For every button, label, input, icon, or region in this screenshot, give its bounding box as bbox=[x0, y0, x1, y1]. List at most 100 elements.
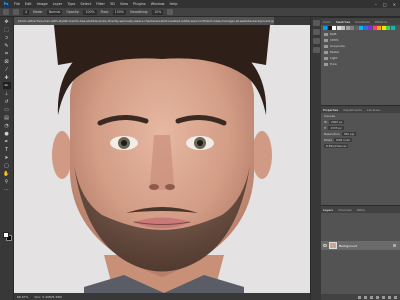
quick-select-tool-icon[interactable]: ✎ bbox=[3, 42, 11, 49]
color-swatch[interactable] bbox=[363, 26, 368, 30]
path-select-tool-icon[interactable]: ➤ bbox=[3, 154, 11, 161]
color-swatch[interactable] bbox=[377, 26, 381, 30]
swatch-folder-pure[interactable]: Pure bbox=[321, 61, 400, 67]
lasso-tool-icon[interactable]: ↄ bbox=[3, 34, 11, 41]
menu-file[interactable]: File bbox=[14, 2, 20, 6]
foreground-color-swatch[interactable] bbox=[3, 232, 9, 238]
clone-stamp-tool-icon[interactable]: ⊥ bbox=[3, 90, 11, 97]
color-swatch[interactable] bbox=[368, 26, 372, 30]
color-swatch[interactable] bbox=[345, 26, 350, 30]
menu-edit[interactable]: Edit bbox=[25, 2, 32, 6]
tab-paths[interactable]: Paths bbox=[357, 208, 365, 212]
info-icon[interactable] bbox=[312, 29, 320, 35]
fx-icon[interactable] bbox=[364, 295, 367, 299]
color-swatch[interactable] bbox=[336, 26, 341, 30]
bit-depth-select[interactable]: 8 Bits/Channel bbox=[324, 144, 349, 148]
menu-layer[interactable]: Layer bbox=[53, 2, 63, 6]
frame-tool-icon[interactable]: ⊠ bbox=[3, 58, 11, 65]
minimize-button[interactable]: – bbox=[375, 2, 377, 7]
brush-tool-icon[interactable] bbox=[13, 9, 19, 15]
color-swatch[interactable] bbox=[386, 26, 390, 30]
menu-select[interactable]: Select bbox=[80, 2, 91, 6]
visibility-eye-icon[interactable] bbox=[323, 244, 327, 247]
tab-libraries[interactable]: Libraries bbox=[367, 108, 380, 112]
color-swatch[interactable] bbox=[381, 26, 386, 30]
maximize-button[interactable]: □ bbox=[383, 2, 387, 7]
more-tools-icon[interactable]: ⋯ bbox=[3, 186, 11, 193]
menu-view[interactable]: View bbox=[120, 2, 128, 6]
tab-gradients[interactable]: Gradients bbox=[355, 20, 370, 24]
menu-help[interactable]: Help bbox=[170, 2, 178, 6]
menu-image[interactable]: Image bbox=[37, 2, 48, 6]
home-icon[interactable] bbox=[3, 9, 9, 15]
brush-settings-icon[interactable] bbox=[312, 38, 320, 44]
close-button[interactable]: × bbox=[393, 2, 396, 7]
color-swatch[interactable] bbox=[354, 26, 359, 30]
smoothing-field[interactable]: 10% bbox=[152, 9, 164, 15]
right-panels: Color Swatches Gradients Patterns RGB CM… bbox=[321, 17, 400, 300]
crop-tool-icon[interactable]: ⌗ bbox=[3, 50, 11, 57]
blur-tool-icon[interactable]: ◔ bbox=[3, 122, 11, 129]
new-group-icon[interactable] bbox=[382, 295, 385, 299]
mode-select[interactable]: Normal bbox=[46, 9, 63, 15]
menu-filter[interactable]: Filter bbox=[96, 2, 105, 6]
move-tool-icon[interactable]: ✥ bbox=[3, 18, 11, 25]
opacity-field[interactable]: 100% bbox=[83, 9, 97, 15]
history-brush-tool-icon[interactable]: ↺ bbox=[3, 98, 11, 105]
color-swatch[interactable] bbox=[359, 26, 363, 30]
link-layers-icon[interactable] bbox=[358, 295, 361, 299]
width-field[interactable]: 2000 px bbox=[328, 120, 345, 124]
history-icon[interactable] bbox=[312, 20, 320, 26]
dodge-tool-icon[interactable]: ● bbox=[3, 130, 11, 137]
section-title: Canvas bbox=[324, 114, 336, 118]
color-mode-select[interactable]: RGB Color bbox=[334, 138, 353, 142]
new-layer-icon[interactable] bbox=[388, 295, 391, 299]
tab-channels[interactable]: Channels bbox=[338, 208, 352, 212]
document-info: Doc: 5.49M/5.49M bbox=[34, 294, 62, 299]
layer-row-background[interactable]: Background bbox=[321, 241, 400, 250]
pen-tool-icon[interactable]: ✒ bbox=[3, 138, 11, 145]
tab-properties[interactable]: Properties bbox=[323, 108, 338, 112]
flow-field[interactable]: 100% bbox=[112, 9, 126, 15]
layers-panel-tabs: Layers Channels Paths bbox=[321, 206, 400, 213]
healing-brush-tool-icon[interactable]: ✚ bbox=[3, 74, 11, 81]
zoom-level[interactable]: 66.67% bbox=[17, 295, 28, 299]
gradient-tool-icon[interactable]: ▤ bbox=[3, 114, 11, 121]
color-swatch[interactable] bbox=[350, 26, 354, 30]
folder-label: RGB bbox=[330, 32, 337, 36]
brush-size-field[interactable]: 4 bbox=[23, 9, 30, 15]
eyedropper-tool-icon[interactable]: ⁄ bbox=[3, 66, 11, 73]
mask-icon[interactable] bbox=[370, 295, 373, 299]
tab-color[interactable]: Color bbox=[323, 20, 331, 24]
hand-tool-icon[interactable]: ✋ bbox=[3, 170, 11, 177]
tab-adjustments[interactable]: Adjustments bbox=[343, 108, 362, 112]
color-swatch[interactable] bbox=[372, 26, 377, 30]
menu-plugins[interactable]: Plugins bbox=[133, 2, 146, 6]
color-swatch[interactable] bbox=[332, 26, 336, 30]
tab-layers[interactable]: Layers bbox=[323, 208, 333, 212]
character-icon[interactable] bbox=[312, 47, 320, 53]
color-swatch[interactable] bbox=[341, 26, 345, 30]
menu-window[interactable]: Window bbox=[151, 2, 165, 6]
canvas[interactable] bbox=[14, 25, 310, 293]
tab-swatches[interactable]: Swatches bbox=[336, 20, 350, 24]
lock-icon[interactable] bbox=[393, 244, 396, 247]
resolution-field[interactable]: 300 ppi bbox=[341, 132, 357, 136]
document-tab[interactable]: photo-attractive-man-with-stylish-hairdo… bbox=[14, 17, 274, 25]
adjustment-layer-icon[interactable] bbox=[376, 295, 379, 299]
trash-icon[interactable] bbox=[394, 295, 397, 299]
color-swatch[interactable] bbox=[323, 26, 327, 30]
menu-type[interactable]: Type bbox=[67, 2, 75, 6]
marquee-tool-icon[interactable]: ⬚ bbox=[3, 26, 11, 33]
brush-tool-icon[interactable]: ✏ bbox=[2, 82, 11, 89]
tab-patterns[interactable]: Patterns bbox=[375, 20, 387, 24]
rectangle-tool-icon[interactable]: ▢ bbox=[3, 162, 11, 169]
menu-3d[interactable]: 3D bbox=[110, 2, 115, 6]
height-field[interactable]: 1333 px bbox=[328, 126, 344, 130]
zoom-tool-icon[interactable]: ⚲ bbox=[3, 178, 11, 185]
color-swatch[interactable] bbox=[390, 26, 395, 30]
type-tool-icon[interactable]: T bbox=[3, 146, 11, 153]
color-swatch[interactable] bbox=[327, 26, 332, 30]
gear-icon[interactable] bbox=[167, 9, 174, 15]
eraser-tool-icon[interactable]: ▭ bbox=[3, 106, 11, 113]
